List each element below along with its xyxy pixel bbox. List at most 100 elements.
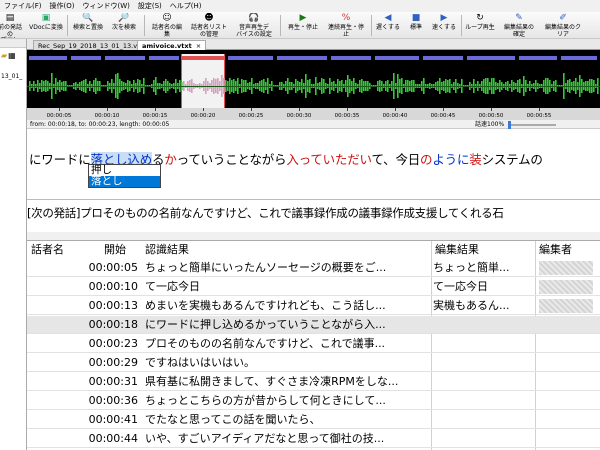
timeline-label: 00:00:45 bbox=[431, 113, 456, 119]
waveform-graph[interactable]: 00:00:05 00:00:10 00:00:15 00:00:20 00:00:25… bbox=[27, 50, 600, 120]
timeline-label: 00:00:40 bbox=[383, 113, 408, 119]
normal-speed-button[interactable]: ■ 標準 bbox=[404, 13, 428, 38]
folder-icon[interactable]: ▰ bbox=[1, 51, 7, 60]
cell-recognition-result: ちょっと簡単にいったんソーセージの概要をご... bbox=[145, 261, 387, 274]
close-icon[interactable]: × bbox=[196, 42, 201, 50]
toolbar-separator bbox=[371, 15, 372, 36]
play-stop-button[interactable]: ▶ 再生・停止 bbox=[284, 13, 322, 38]
menu-help[interactable]: ヘルプ(H) bbox=[166, 1, 206, 11]
timeline-tick bbox=[59, 108, 60, 111]
timeline-label: 00:00:05 bbox=[47, 113, 72, 119]
timeline-tick bbox=[395, 108, 396, 111]
clear-edit-button[interactable]: ✐ 編集結果のク リア bbox=[540, 13, 586, 38]
header-editor[interactable]: 編集者 bbox=[539, 241, 572, 259]
find-next-button[interactable]: 🔎 次を検索 bbox=[107, 13, 141, 38]
cell-start-time: 00:00:44 bbox=[88, 432, 138, 445]
timeline-label: 00:00:25 bbox=[239, 113, 264, 119]
header-speaker[interactable]: 話者名 bbox=[31, 241, 64, 259]
segment-bar bbox=[105, 56, 145, 60]
view-icon[interactable]: ▦ bbox=[8, 51, 16, 60]
cell-recognition-result: ですねはいはいはい。 bbox=[145, 356, 255, 369]
cell-edit-result: ちょっと簡単... bbox=[433, 261, 510, 274]
cell-recognition-result: て一応今日 bbox=[145, 280, 200, 293]
search-replace-button[interactable]: 🔍 検索と置換 bbox=[70, 13, 106, 38]
speaker-list-button[interactable]: ☻ 話者名リスト の管理 bbox=[188, 13, 230, 38]
headphones-icon: 🎧 bbox=[248, 13, 260, 23]
editor-segment-low-confidence: 装 bbox=[469, 152, 482, 167]
menu-operation[interactable]: 操作(O) bbox=[46, 1, 79, 11]
cell-recognition-result: 県有基に私開きまして、すぐさま冷凍RPMをしな... bbox=[145, 375, 399, 388]
speaker-edit-icon: ☺ bbox=[162, 13, 172, 23]
table-row[interactable]: 00:00:13 めまいを実機もあるんですけれども、こう話し... 実機もあるん..… bbox=[27, 297, 600, 315]
continuous-play-button[interactable]: % 連続再生・停 止 bbox=[323, 13, 369, 38]
segment-bar bbox=[29, 56, 67, 60]
table-row[interactable]: 00:00:29 ですねはいはいはい。 bbox=[27, 354, 600, 372]
find-next-icon: 🔎 bbox=[118, 13, 130, 23]
menu-file[interactable]: ファイル(F) bbox=[0, 1, 46, 11]
slow-icon: ◀ bbox=[384, 13, 392, 23]
convert-icon: ▣ bbox=[41, 13, 51, 23]
timeline-tick bbox=[107, 108, 108, 111]
timeline-label: 00:00:50 bbox=[479, 113, 504, 119]
file-item[interactable]: 13_01_ bbox=[0, 73, 26, 80]
confirm-edit-button[interactable]: ✎ 編集結果の 確定 bbox=[499, 13, 539, 38]
candidate-option-selected[interactable]: 落とし bbox=[89, 176, 160, 187]
editor-segment: っていうことながら bbox=[176, 152, 287, 167]
audio-device-button[interactable]: 🎧 音声再生デ バイスの設定 bbox=[232, 13, 276, 38]
timeline-tick bbox=[347, 108, 348, 111]
speed-control: 話速100% bbox=[475, 120, 557, 129]
next-utterance-text: [次の発話]プロそのものの名前なんですけど、これで議事録作成の議事録作成支援して… bbox=[27, 206, 504, 220]
segment-bar bbox=[467, 56, 515, 60]
cell-edit-result: て一応今日 bbox=[433, 280, 488, 293]
slow-down-button[interactable]: ◀ 遅くする bbox=[373, 13, 403, 38]
timeline-label: 00:00:55 bbox=[527, 113, 552, 119]
continuous-play-icon: % bbox=[341, 13, 351, 23]
editor-segment: システムの bbox=[481, 152, 543, 167]
table-row[interactable]: 00:00:44 いや、すごいアイディアだなと思って御社の技... bbox=[27, 430, 600, 448]
speaker-list-icon: ☻ bbox=[204, 13, 214, 23]
prev-utterance-button[interactable]: ▤ 前の発話の 呼出し bbox=[0, 13, 24, 38]
waveform-view[interactable]: 00:00:05 00:00:10 00:00:15 00:00:20 00:00:25… bbox=[27, 50, 600, 120]
candidate-dropdown[interactable]: 押し 落とし bbox=[88, 164, 161, 188]
table-row[interactable]: 00:00:31 県有基に私開きまして、すぐさま冷凍RPMをしな... bbox=[27, 373, 600, 391]
timeline-tick bbox=[491, 108, 492, 111]
transcript-editor[interactable]: にワードに落とし込めるかっていうことながら入っていただいて、今日のように装システ… bbox=[27, 129, 600, 200]
waveform-status: from: 00:00:18, to: 00:00:23, length: 00… bbox=[27, 120, 600, 129]
table-row[interactable]: 00:00:23 プロそのものの名前なんですけど、これで議事... bbox=[27, 335, 600, 353]
header-result[interactable]: 認識結果 bbox=[145, 241, 189, 259]
table-row[interactable]: 00:00:18 にワードに押し込めるかっていうことながら入... bbox=[27, 316, 600, 334]
normal-speed-icon: ■ bbox=[411, 13, 421, 23]
search-replace-icon: 🔍 bbox=[82, 13, 94, 23]
editor-segment-low-confidence: か bbox=[164, 152, 177, 167]
table-row[interactable]: 00:00:05 ちょっと簡単にいったんソーセージの概要をご... ちょっと簡単..… bbox=[27, 259, 600, 277]
table-row[interactable]: 00:00:41 でたなと思ってこの話を聞いたら、 bbox=[27, 411, 600, 429]
cell-start-time: 00:00:13 bbox=[88, 299, 138, 312]
edit-speaker-button[interactable]: ☺ 話者名の編 集 bbox=[147, 13, 187, 38]
segment-bar bbox=[149, 56, 179, 60]
cell-start-time: 00:00:05 bbox=[88, 261, 138, 274]
document-icon: ▤ bbox=[5, 13, 15, 23]
menu-settings[interactable]: 設定(S) bbox=[134, 1, 166, 11]
table-row[interactable]: 00:00:36 ちょっとこちらの方が昔からして何ときにして... bbox=[27, 392, 600, 410]
header-edit-result[interactable]: 編集結果 bbox=[435, 241, 479, 259]
selection-info: from: 00:00:18, to: 00:00:23, length: 00… bbox=[30, 121, 170, 128]
table-row[interactable]: 00:00:10 て一応今日 て一応今日 bbox=[27, 278, 600, 296]
loop-play-button[interactable]: ↻ ループ再生 bbox=[463, 13, 497, 38]
editor-segment-low-confidence: の bbox=[420, 152, 433, 167]
tab-amivoice[interactable]: amivoice.vtxt × bbox=[137, 40, 207, 50]
vdoc-convert-button[interactable]: ▣ VDocに変換 bbox=[27, 13, 65, 38]
segment-bar bbox=[519, 56, 557, 60]
speed-slider-thumb[interactable] bbox=[508, 121, 512, 129]
segment-bar bbox=[561, 56, 597, 60]
header-start[interactable]: 開始 bbox=[104, 241, 126, 259]
cell-recognition-result: めまいを実機もあるんですけれども、こう話し... bbox=[145, 299, 386, 312]
editor-segment: にワードに bbox=[29, 152, 91, 167]
speed-slider[interactable] bbox=[508, 121, 557, 129]
cell-start-time: 00:00:36 bbox=[88, 394, 138, 407]
toolbar-separator bbox=[280, 15, 281, 36]
cell-recognition-result: ちょっとこちらの方が昔からして何ときにして... bbox=[145, 394, 386, 407]
panel-toolbar: ▰ ▦ bbox=[0, 48, 26, 62]
menu-window[interactable]: ウィンドウ(W) bbox=[78, 1, 133, 11]
speed-up-button[interactable]: ▶ 速くする bbox=[429, 13, 459, 38]
confirm-edit-icon: ✎ bbox=[515, 13, 523, 23]
